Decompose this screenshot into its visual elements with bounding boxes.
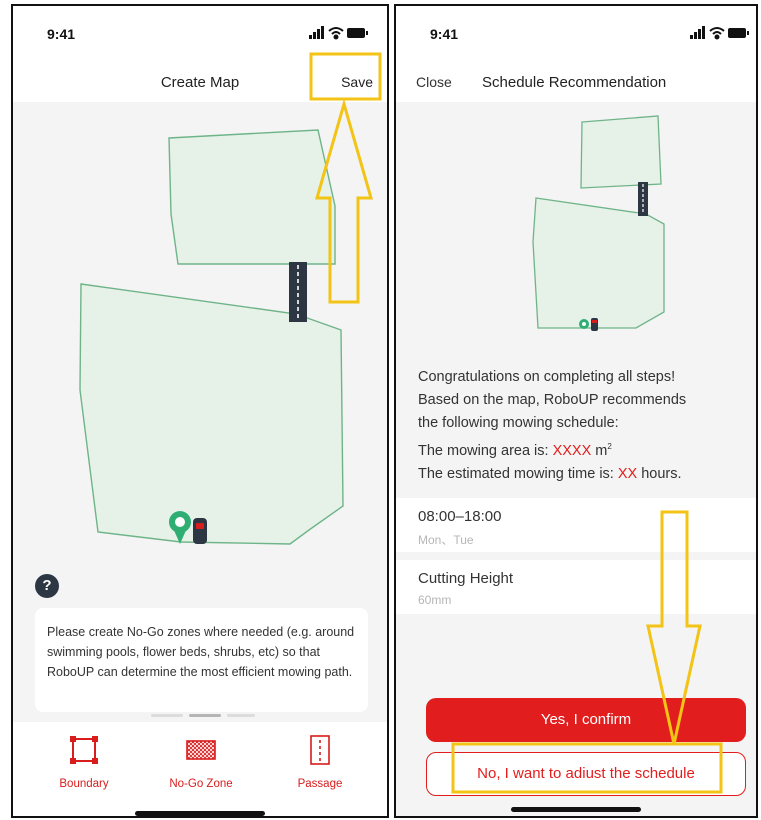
adjust-schedule-button[interactable]: No, I want to adiust the schedule [426,752,746,796]
create-map-screen: 9:41 Create Map Save ? Please create No-… [11,4,389,818]
lawn-zone-upper [168,129,336,265]
status-time: 9:41 [430,26,459,42]
boundary-label: Boundary [59,778,109,790]
map-toolbar: Boundary No-Go Zone Passage [13,722,387,816]
location-pin-icon [579,319,589,329]
page-indicator [151,714,255,717]
home-indicator [511,807,641,812]
page-title: Create Map [160,74,240,91]
passage-path [638,182,648,216]
schedule-row[interactable]: 08:00–18:00 Mon、Tue [396,498,756,552]
mower-icon [591,318,598,331]
status-time: 9:41 [47,26,76,42]
passage-label: Passage [297,778,343,790]
close-button[interactable]: Close [416,74,452,90]
mowing-time-value: XX [617,465,638,482]
schedule-days: Mon、Tue [418,533,474,547]
confirm-button[interactable]: Yes, I confirm [426,698,746,742]
schedule-time-range: 08:00–18:00 [418,508,502,525]
lawn-zone-lower [532,197,665,329]
congrats-line: Based on the map, RoboUP recommends [418,392,687,408]
passage-path [289,262,307,322]
schedule-recommendation-screen: 9:41 Close Schedule Recommendation Congr… [394,4,758,818]
passage-icon [310,735,330,765]
nav-bar: Close Schedule Recommendation [396,62,756,102]
cutting-height-label: Cutting Height [418,570,514,587]
nav-bar: Create Map Save [13,62,387,102]
save-button[interactable]: Save [341,74,373,90]
mowing-area-value: XXXX [552,442,592,459]
mowing-time-line: The estimated mowing time is: XX hours. [418,465,682,482]
status-icons [309,26,369,40]
lawn-zone-lower [79,283,344,545]
mowing-area-line: The mowing area is: XXXX m2 [418,442,612,459]
no-go-zone-icon [186,740,216,760]
cutting-height-row[interactable]: Cutting Height 60mm [396,560,756,614]
mower-icon [193,518,207,544]
no-go-zone-tool[interactable]: No-Go Zone [156,734,246,790]
status-icons [690,26,750,40]
wifi-icon [328,27,344,40]
page-title: Schedule Recommendation [482,74,667,91]
status-bar: 9:41 [396,6,756,62]
no-go-zone-label: No-Go Zone [169,778,233,790]
tip-card: Please create No-Go zones where needed (… [35,608,368,712]
status-bar: 9:41 [13,6,387,62]
home-indicator [135,811,265,816]
signal-icon [309,26,324,39]
congratulations-text: Congratulations on completing all steps!… [418,366,748,486]
lawn-zone-upper [580,115,662,189]
tip-text: Please create No-Go zones where needed (… [47,625,355,679]
battery-icon [728,28,749,38]
boundary-tool[interactable]: Boundary [39,734,129,790]
congrats-line: Congratulations on completing all steps! [418,369,676,385]
cutting-height-value: 60mm [418,593,452,607]
boundary-icon [70,736,98,764]
wifi-icon [709,27,725,40]
battery-icon [347,28,368,38]
congrats-line: the following mowing schedule: [418,415,619,431]
help-button[interactable]: ? [35,574,59,598]
signal-icon [690,26,705,39]
passage-tool[interactable]: Passage [275,734,365,790]
